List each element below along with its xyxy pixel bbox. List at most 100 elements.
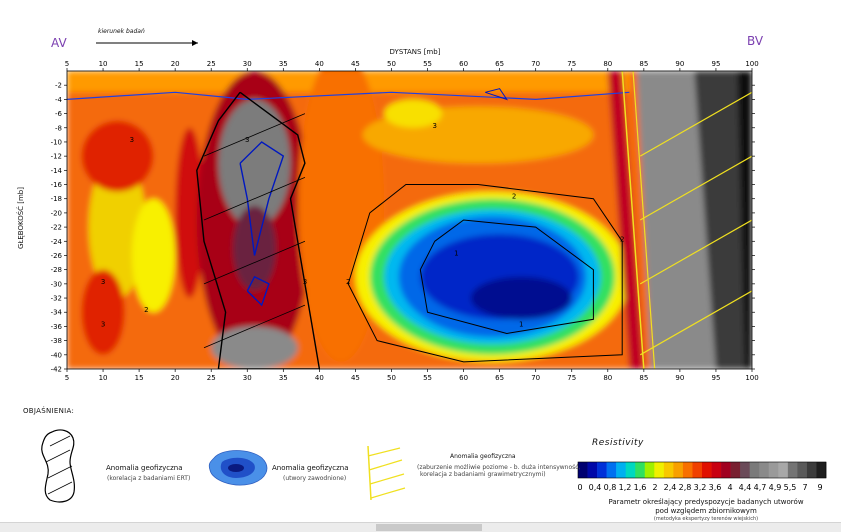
contour-label: 2 xyxy=(512,193,516,201)
colorbar-swatch xyxy=(759,462,770,478)
colorbar-swatch xyxy=(778,462,789,478)
x-tick-label-top: 80 xyxy=(603,60,612,68)
legend-fault-hatch xyxy=(368,459,403,471)
legend-watered-icon-core xyxy=(228,464,244,472)
x-tick-label-top: 55 xyxy=(423,60,432,68)
colorbar-tick-label: 3,6 xyxy=(709,483,722,492)
colorbar-swatch xyxy=(597,462,607,478)
colorbar-tick-label: 7 xyxy=(802,483,807,492)
y-tick-label: -12 xyxy=(51,153,62,161)
x-tick-label-top: 5 xyxy=(65,60,69,68)
contour-label: 3 xyxy=(433,122,437,130)
x-tick-label-bottom: 90 xyxy=(675,374,684,382)
x-tick-label-bottom: 15 xyxy=(135,374,144,382)
scrollbar-thumb[interactable] xyxy=(376,524,482,531)
contour-label: 3 xyxy=(245,136,249,144)
direction-label: kierunek badań xyxy=(98,28,145,35)
x-tick-label-bottom: 60 xyxy=(459,374,468,382)
colorbar-tick-label: 1,6 xyxy=(634,483,647,492)
y-tick-label: -28 xyxy=(51,266,62,274)
colorbar-tick-label: 4,7 xyxy=(754,483,767,492)
colorbar-swatch xyxy=(606,462,617,478)
x-tick-label-bottom: 40 xyxy=(315,374,324,382)
x-tick-label-bottom: 100 xyxy=(745,374,758,382)
x-tick-label-top: 100 xyxy=(745,60,758,68)
x-tick-label-bottom: 50 xyxy=(387,374,396,382)
legend-heading: OBJAŚNIENIA: xyxy=(23,407,75,415)
colorbar-swatch xyxy=(673,462,684,478)
x-tick-label-top: 85 xyxy=(639,60,648,68)
legend-item2-note: (utwory zawodnione) xyxy=(283,475,347,482)
x-tick-label-bottom: 25 xyxy=(207,374,216,382)
x-tick-label-bottom: 80 xyxy=(603,374,612,382)
direction-arrow-head xyxy=(192,40,198,46)
y-tick-label: -42 xyxy=(51,366,62,374)
x-tick-label-top: 50 xyxy=(387,60,396,68)
resistivity-plot: 3333322221135510101515202025253030353540… xyxy=(41,40,827,503)
contour-label: 2 xyxy=(346,278,350,286)
y-tick-label: -2 xyxy=(55,82,62,90)
y-tick-label: -10 xyxy=(51,138,62,146)
field-left-red xyxy=(81,120,154,192)
x-tick-label-top: 95 xyxy=(711,60,720,68)
contour-label: 3 xyxy=(130,136,134,144)
y-tick-label: -20 xyxy=(51,209,62,217)
x-tick-label-top: 40 xyxy=(315,60,324,68)
colorbar-tick-label: 1,2 xyxy=(619,483,632,492)
x-tick-label-top: 45 xyxy=(351,60,360,68)
x-tick-label-bottom: 35 xyxy=(279,374,288,382)
x-tick-label-bottom: 75 xyxy=(567,374,576,382)
legend-item1-title: Anomalia geofizyczna xyxy=(106,464,183,472)
left-end-label: AV xyxy=(51,36,67,50)
colorbar-swatch xyxy=(749,462,760,478)
y-tick-label: -24 xyxy=(51,238,63,246)
y-tick-label: -18 xyxy=(51,195,62,203)
field-left-yellow-core xyxy=(131,198,176,313)
colorbar-swatch xyxy=(587,462,598,478)
contour-label: 1 xyxy=(519,320,523,328)
x-tick-label-top: 90 xyxy=(675,60,684,68)
colorbar-swatch xyxy=(635,462,646,478)
legend-fault-vertical xyxy=(367,445,372,501)
legend-fault-hatch xyxy=(367,447,401,457)
colorbar-tick-label: 2 xyxy=(652,483,657,492)
colorbar-swatch xyxy=(654,462,665,478)
x-tick-label-top: 70 xyxy=(531,60,540,68)
colorbar-swatch xyxy=(692,462,703,478)
legend-fault-hatch xyxy=(369,473,405,485)
colorbar-swatch xyxy=(721,462,731,478)
colorbar-tick-label: 4,4 xyxy=(739,483,752,492)
colorbar-swatch xyxy=(816,462,827,478)
colorbar-swatch xyxy=(787,462,798,478)
colorbar-swatch xyxy=(730,462,741,478)
colorbar-swatch xyxy=(702,462,712,478)
x-tick-label-top: 15 xyxy=(135,60,144,68)
colorbar-swatch xyxy=(682,462,693,478)
colorbar-swatch xyxy=(711,462,722,478)
legend-hatch-line xyxy=(47,465,73,479)
x-tick-label-top: 10 xyxy=(99,60,108,68)
colorbar-tick-label: 0,4 xyxy=(589,483,602,492)
y-tick-label: -4 xyxy=(55,96,63,104)
x-tick-label-bottom: 20 xyxy=(171,374,180,382)
contour-label: 3 xyxy=(303,278,307,286)
x-tick-label-bottom: 45 xyxy=(351,374,360,382)
x-tick-label-top: 65 xyxy=(495,60,504,68)
colorbar-tick-label: 5,5 xyxy=(784,483,797,492)
legend-fault-hatch xyxy=(370,487,406,499)
y-axis-title: GŁĘBOKOŚĆ [mb] xyxy=(17,187,25,249)
y-tick-label: -14 xyxy=(51,167,63,175)
legend-item3-note-line1: (zaburzenie możliwie poziome - b. duża i… xyxy=(417,464,581,471)
colorbar-swatch xyxy=(740,462,750,478)
legend-hatch-line xyxy=(47,481,73,495)
right-end-label: BV xyxy=(747,34,764,48)
x-tick-label-bottom: 70 xyxy=(531,374,540,382)
contour-label: 3 xyxy=(101,278,105,286)
field-navy-core xyxy=(470,276,572,320)
colorbar-tick-label: 9 xyxy=(817,483,822,492)
contour-label: 3 xyxy=(101,320,105,328)
y-tick-label: -38 xyxy=(51,337,62,345)
x-tick-label-bottom: 30 xyxy=(243,374,252,382)
field-grey-lower xyxy=(211,326,298,369)
y-tick-label: -8 xyxy=(55,124,62,132)
